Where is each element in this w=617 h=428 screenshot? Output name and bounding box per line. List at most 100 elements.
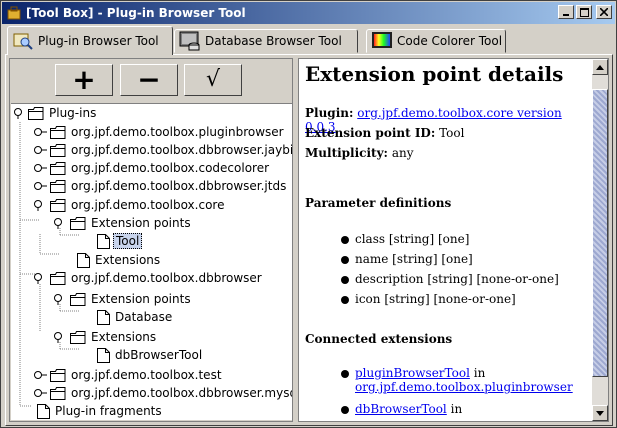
extension-in-text: in	[473, 366, 486, 380]
tree-node-plugin-fragments[interactable]: Plug-in fragments	[37, 402, 164, 420]
extension-link[interactable]: pluginBrowserTool	[355, 366, 470, 380]
folder-icon	[50, 125, 66, 139]
expanded-handle-icon[interactable]	[13, 107, 25, 119]
close-button[interactable]	[596, 5, 612, 19]
tree-node-tool[interactable]: Tool	[97, 232, 143, 250]
tree-node-label: org.jpf.demo.toolbox.test	[71, 368, 222, 382]
tree-node-label: Extensions	[91, 330, 157, 344]
tree-node-label: org.jpf.demo.toolbox.pluginbrowser	[71, 125, 284, 139]
tree-node-label: Plug-in fragments	[55, 404, 162, 418]
connected-extension-item: pluginBrowserTool in org.jpf.demo.toolbo…	[341, 366, 586, 402]
expanded-handle-icon[interactable]	[33, 272, 47, 284]
title-bar[interactable]: [Tool Box] - Plug-in Browser Tool	[2, 2, 615, 24]
tree-node-jtds[interactable]: org.jpf.demo.toolbox.dbbrowser.jtds	[33, 177, 288, 195]
epid-label: Extension point ID:	[305, 126, 436, 140]
tree-node-dbbrowser-extensions[interactable]: Extensions	[53, 328, 158, 346]
document-icon	[77, 252, 90, 268]
tree-node-core-extension-points[interactable]: Extension points	[53, 214, 193, 232]
folder-icon	[50, 143, 66, 157]
tree-node-label: org.jpf.demo.toolbox.codecolorer	[71, 161, 270, 175]
tree-node-label: Extension points	[91, 216, 191, 230]
open-folder-icon	[70, 292, 86, 306]
add-button[interactable]: +	[55, 64, 113, 96]
plugin-label: Plugin:	[305, 106, 354, 120]
multiplicity-label: Multiplicity:	[305, 146, 388, 160]
collapsed-handle-icon[interactable]	[33, 387, 47, 399]
folder-icon	[50, 161, 66, 175]
parameter-item: icon [string] [none-or-one]	[341, 292, 586, 312]
tree-node-mysql[interactable]: org.jpf.demo.toolbox.dbbrowser.mysql	[33, 384, 292, 402]
tree-node-dbbrowser-extension-points[interactable]: Extension points	[53, 290, 193, 308]
tree-node-label: dbBrowserTool	[115, 348, 203, 362]
tab-content-panel: + − √ Plug-ins org.jpf.demo.toolbox.plug…	[5, 54, 613, 426]
vertical-scrollbar[interactable]	[592, 59, 608, 421]
tab-label: Plug-in Browser Tool	[38, 34, 159, 48]
extension-link[interactable]: dbBrowserTool	[355, 402, 447, 416]
minimize-button[interactable]	[558, 5, 574, 19]
parameter-item: class [string] [one]	[341, 232, 586, 252]
tree-node-pluginbrowser[interactable]: org.jpf.demo.toolbox.pluginbrowser	[33, 123, 286, 141]
tree-node-label: Extension points	[91, 292, 191, 306]
plugin-browser-icon	[12, 31, 34, 51]
folder-icon	[50, 368, 66, 382]
multiplicity-value: any	[391, 146, 414, 160]
parameter-definitions-heading: Parameter definitions	[305, 196, 452, 210]
expanded-handle-icon[interactable]	[33, 199, 47, 211]
tree-node-label: org.jpf.demo.toolbox.dbbrowser	[71, 271, 262, 285]
connected-extensions-list: pluginBrowserTool in org.jpf.demo.toolbo…	[341, 366, 586, 421]
open-folder-icon	[70, 216, 86, 230]
tree-node-label: Extensions	[95, 253, 161, 267]
expanded-handle-icon[interactable]	[53, 217, 67, 229]
tree-node-label: org.jpf.demo.toolbox.dbbrowser.jaybird	[71, 143, 292, 157]
scroll-down-button[interactable]	[592, 405, 608, 421]
tab-database-browser[interactable]: Database Browser Tool	[174, 29, 358, 53]
tree-node-label: Tool	[113, 233, 143, 249]
collapsed-handle-icon[interactable]	[33, 180, 47, 192]
tree-node-core[interactable]: org.jpf.demo.toolbox.core	[33, 196, 226, 214]
collapsed-handle-icon[interactable]	[33, 126, 47, 138]
tab-label: Code Colorer Tool	[397, 34, 503, 48]
maximize-button[interactable]	[576, 5, 592, 19]
tree-node-test[interactable]: org.jpf.demo.toolbox.test	[33, 366, 224, 384]
collapsed-handle-icon[interactable]	[33, 162, 47, 174]
document-icon	[97, 233, 110, 249]
scroll-up-button[interactable]	[592, 59, 608, 75]
folder-icon	[50, 386, 66, 400]
database-icon	[179, 31, 201, 51]
folder-icon	[50, 179, 66, 193]
connected-extension-item: dbBrowserTool in	[341, 402, 586, 421]
application-window: [Tool Box] - Plug-in Browser Tool Plug-i…	[0, 0, 617, 428]
tree-node-label: org.jpf.demo.toolbox.dbbrowser.mysql	[71, 386, 292, 400]
tree-node-database[interactable]: Database	[97, 308, 174, 326]
scroll-thumb[interactable]	[592, 89, 608, 377]
extension-point-id-row: Extension point ID: Tool	[305, 126, 586, 144]
expanded-handle-icon[interactable]	[53, 293, 67, 305]
tab-label: Database Browser Tool	[205, 34, 342, 48]
collapsed-handle-icon[interactable]	[33, 144, 47, 156]
tree-node-core-extensions[interactable]: Extensions	[77, 251, 162, 269]
plugin-tree-pane: + − √ Plug-ins org.jpf.demo.toolbox.plug…	[9, 58, 293, 422]
app-icon	[6, 5, 22, 21]
open-folder-icon	[50, 271, 66, 285]
plugin-row: Plugin: org.jpf.demo.toolbox.core versio…	[305, 106, 586, 134]
tree-node-label: Database	[115, 310, 173, 324]
tree-node-codecolorer[interactable]: org.jpf.demo.toolbox.codecolorer	[33, 159, 271, 177]
collapsed-handle-icon[interactable]	[33, 369, 47, 381]
tree-node-plugins[interactable]: Plug-ins	[13, 104, 98, 122]
tab-plugin-browser[interactable]: Plug-in Browser Tool	[7, 26, 173, 55]
open-folder-icon	[28, 106, 44, 120]
tree-node-dbbrowser[interactable]: org.jpf.demo.toolbox.dbbrowser	[33, 269, 264, 287]
remove-button[interactable]: −	[120, 64, 178, 96]
extension-plugin-link[interactable]: org.jpf.demo.toolbox.pluginbrowser	[355, 380, 573, 394]
tree-node-dbbrowsertool[interactable]: dbBrowserTool	[97, 346, 204, 364]
plugin-tree[interactable]: Plug-ins org.jpf.demo.toolbox.pluginbrow…	[11, 103, 292, 420]
tree-node-jaybird[interactable]: org.jpf.demo.toolbox.dbbrowser.jaybird	[33, 141, 292, 159]
check-button[interactable]: √	[184, 64, 242, 96]
tree-node-label: org.jpf.demo.toolbox.core	[71, 198, 225, 212]
tab-code-colorer[interactable]: Code Colorer Tool	[366, 29, 506, 53]
parameter-list: class [string] [one] name [string] [one]…	[341, 232, 586, 312]
code-colorer-icon	[371, 31, 393, 51]
expanded-handle-icon[interactable]	[53, 331, 67, 343]
epid-value: Tool	[439, 126, 465, 140]
connected-extensions-heading: Connected extensions	[305, 332, 453, 346]
